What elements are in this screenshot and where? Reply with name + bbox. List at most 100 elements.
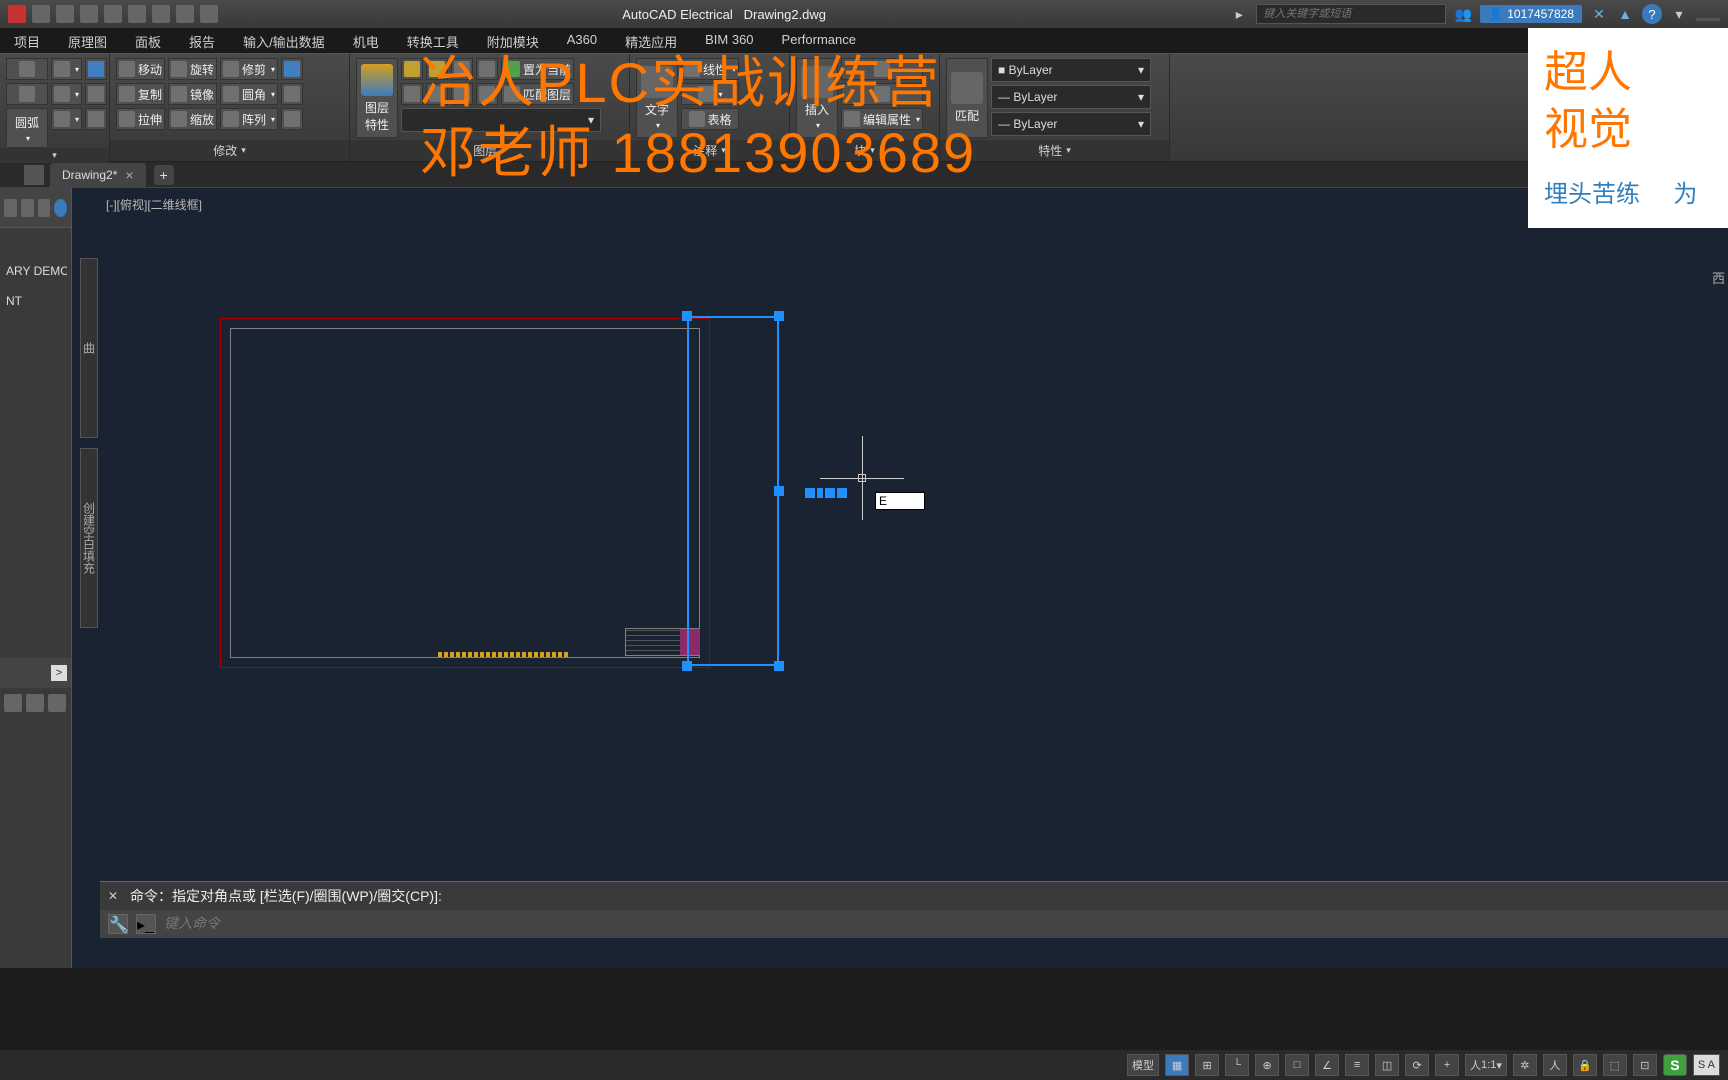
polyline-button[interactable] — [6, 83, 48, 105]
grip-tr[interactable] — [774, 311, 784, 321]
cycling-toggle[interactable]: ⟳ — [1405, 1054, 1429, 1076]
mod-extra2[interactable] — [281, 83, 303, 105]
help-dropdown-icon[interactable]: ▾ — [1670, 5, 1688, 23]
stretch-button[interactable]: 拉伸 — [116, 108, 165, 130]
snap-toggle[interactable]: ⊞ — [1195, 1054, 1219, 1076]
iso-toggle[interactable]: ⬚ — [1603, 1054, 1627, 1076]
draw-more2[interactable] — [85, 83, 107, 105]
customize-button[interactable]: S A — [1693, 1054, 1720, 1076]
array-button[interactable]: 阵列▾ — [220, 108, 278, 130]
search-arrow-icon[interactable]: ▸ — [1230, 5, 1248, 23]
open-icon[interactable] — [56, 5, 74, 23]
transparency-toggle[interactable]: ◫ — [1375, 1054, 1399, 1076]
move-button[interactable]: 移动 — [116, 58, 165, 80]
annovis-toggle[interactable]: 人 — [1543, 1054, 1567, 1076]
saveas-icon[interactable] — [104, 5, 122, 23]
vert-panel-2[interactable]: 创建空白填充 — [80, 448, 98, 628]
scale-button[interactable]: 缩放 — [168, 108, 217, 130]
new-icon[interactable] — [32, 5, 50, 23]
cmd-prompt-icon[interactable]: ▸_ — [136, 914, 156, 934]
sb-icon2[interactable] — [21, 199, 34, 217]
mod-extra1[interactable] — [281, 58, 303, 80]
list-item[interactable]: NT — [4, 290, 67, 312]
tab-panel[interactable]: 面板 — [121, 28, 175, 53]
mirror-button[interactable]: 镜像 — [168, 83, 217, 105]
sb-icon3[interactable] — [38, 199, 51, 217]
circle-button[interactable]: ▾ — [51, 58, 82, 80]
copy-button[interactable]: 复制 — [116, 83, 165, 105]
app-menu-icon[interactable] — [8, 5, 26, 23]
model-button[interactable]: 模型 — [1127, 1054, 1159, 1076]
sb-help-icon[interactable] — [54, 199, 67, 217]
viewport-label[interactable]: [-][俯视][二维线框] — [106, 196, 202, 213]
linetype-dropdown[interactable]: — ByLayer▾ — [991, 112, 1151, 136]
cleanscreen-button[interactable]: S — [1663, 1054, 1687, 1076]
infocenter-search[interactable] — [1256, 4, 1446, 24]
grip-tl[interactable] — [682, 311, 692, 321]
redo-icon[interactable] — [176, 5, 194, 23]
panel-draw-label[interactable]: ▾ — [0, 148, 109, 163]
viewcube-label[interactable]: 西 — [1712, 268, 1726, 287]
tab-electromech[interactable]: 机电 — [339, 28, 393, 53]
layer-properties-button[interactable]: 图层 特性 — [356, 58, 398, 138]
line-button[interactable] — [6, 58, 48, 80]
tab-project[interactable]: 项目 — [0, 28, 54, 53]
drawing-area[interactable]: ARY DEMO NT > [-][俯视][二维线框] 曲 创建空白填充 西 — [0, 188, 1728, 968]
osnap-toggle[interactable]: □ — [1285, 1054, 1309, 1076]
grid-toggle[interactable]: ▦ — [1165, 1054, 1189, 1076]
lock-toggle[interactable]: 🔒 — [1573, 1054, 1597, 1076]
add-tab-button[interactable]: + — [154, 165, 174, 185]
arc-button[interactable]: 圆弧▾ — [6, 108, 48, 148]
exchange-icon[interactable]: ✕ — [1590, 5, 1608, 23]
a360-icon[interactable]: ▲ — [1616, 5, 1634, 23]
sb-foot3[interactable] — [48, 694, 66, 712]
cmd-close-icon[interactable]: ✕ — [108, 889, 124, 903]
doc-tab-drawing2[interactable]: Drawing2* × — [50, 163, 146, 187]
tab-schematic[interactable]: 原理图 — [54, 28, 121, 53]
lwt-toggle[interactable]: ≡ — [1345, 1054, 1369, 1076]
sidebar-scroll[interactable]: > — [0, 658, 71, 688]
annoscale[interactable]: 人 1:1▾ — [1465, 1054, 1507, 1076]
minimize-icon[interactable] — [1696, 18, 1720, 21]
draw-more3[interactable] — [85, 108, 107, 130]
grip-br[interactable] — [774, 661, 784, 671]
fillet-button[interactable]: 圆角▾ — [220, 83, 278, 105]
sb-icon1[interactable] — [4, 199, 17, 217]
color-dropdown[interactable]: ■ ByLayer▾ — [991, 58, 1151, 82]
selected-rectangle[interactable] — [687, 316, 779, 666]
start-tab[interactable] — [24, 165, 44, 185]
ortho-toggle[interactable]: └ — [1225, 1054, 1249, 1076]
tab-reports[interactable]: 报告 — [175, 28, 229, 53]
workspace-toggle[interactable]: ✲ — [1513, 1054, 1537, 1076]
chevron-right-icon[interactable]: > — [51, 665, 67, 681]
polar-toggle[interactable]: ⊕ — [1255, 1054, 1279, 1076]
annomonitor-toggle[interactable]: + — [1435, 1054, 1459, 1076]
close-icon[interactable]: × — [125, 167, 133, 183]
title-block-inner[interactable] — [230, 328, 700, 658]
list-item[interactable]: ARY DEMO — [4, 260, 67, 282]
mod-extra3[interactable] — [281, 108, 303, 130]
dynamic-input[interactable] — [875, 492, 925, 510]
sb-foot1[interactable] — [4, 694, 22, 712]
grip-bl[interactable] — [682, 661, 692, 671]
help-icon[interactable]: ? — [1642, 4, 1662, 24]
vert-panel-1[interactable]: 曲 — [80, 258, 98, 438]
otrack-toggle[interactable]: ∠ — [1315, 1054, 1339, 1076]
cmd-customize-icon[interactable]: 🔧 — [108, 914, 128, 934]
sb-foot2[interactable] — [26, 694, 44, 712]
user-badge[interactable]: 👤 1017457828 — [1480, 5, 1582, 23]
trim-button[interactable]: 修剪▾ — [220, 58, 278, 80]
hardware-toggle[interactable]: ⊡ — [1633, 1054, 1657, 1076]
people-icon[interactable]: 👥 — [1454, 5, 1472, 23]
tab-io[interactable]: 输入/输出数据 — [229, 28, 339, 53]
panel-modify-label[interactable]: 修改 ▾ — [110, 140, 349, 161]
qat-more-icon[interactable] — [200, 5, 218, 23]
save-icon[interactable] — [80, 5, 98, 23]
grip-ml[interactable] — [774, 486, 784, 496]
hatch-button[interactable]: ▾ — [51, 108, 82, 130]
draw-more1[interactable] — [85, 58, 107, 80]
plot-icon[interactable] — [128, 5, 146, 23]
rect-button[interactable]: ▾ — [51, 83, 82, 105]
lineweight-dropdown[interactable]: — ByLayer▾ — [991, 85, 1151, 109]
undo-icon[interactable] — [152, 5, 170, 23]
